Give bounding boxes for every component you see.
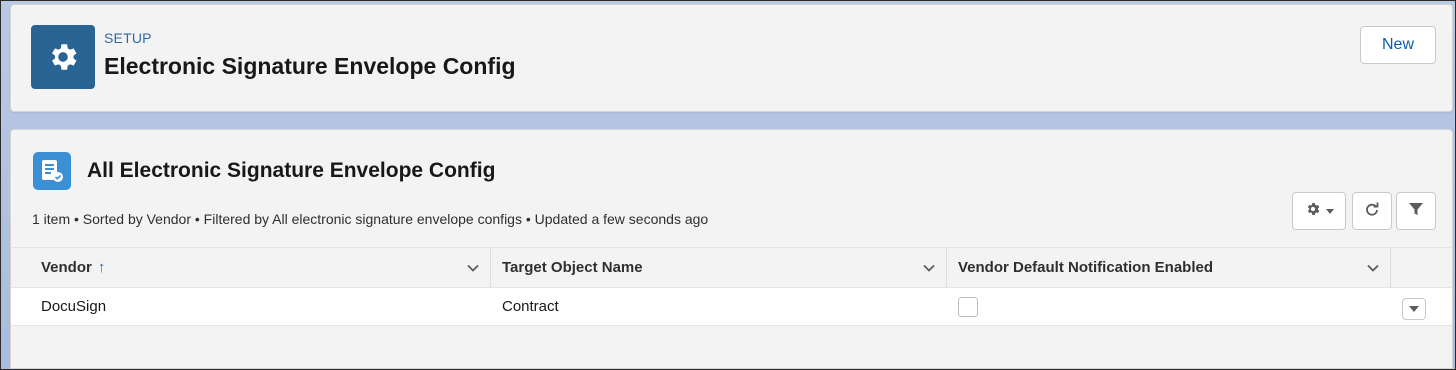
row-actions-button[interactable] — [1402, 298, 1426, 320]
filter-button[interactable] — [1396, 192, 1436, 230]
page-title: Electronic Signature Envelope Config — [104, 53, 516, 79]
list-view-meta: 1 item • Sorted by Vendor • Filtered by … — [32, 211, 709, 227]
page-header: SETUP Electronic Signature Envelope Conf… — [10, 4, 1453, 112]
column-header-actions — [1391, 248, 1452, 287]
breadcrumb-setup: SETUP — [104, 30, 152, 46]
list-view-title: All Electronic Signature Envelope Config — [87, 159, 496, 182]
column-header-target-object-name[interactable]: Target Object Name — [491, 248, 947, 287]
gear-icon — [1305, 201, 1321, 222]
chevron-down-icon[interactable] — [1366, 261, 1380, 279]
column-label: Target Object Name — [502, 259, 643, 276]
list-settings-button[interactable] — [1292, 192, 1346, 230]
filter-icon — [1408, 201, 1424, 222]
new-button[interactable]: New — [1360, 26, 1436, 64]
cell-target-object-name: Contract — [502, 298, 559, 315]
column-label: Vendor Default Notification Enabled — [958, 259, 1214, 276]
column-header-vendor[interactable]: Vendor ↑ — [11, 248, 491, 287]
sort-ascending-icon: ↑ — [97, 259, 106, 276]
chevron-down-icon — [1409, 300, 1419, 318]
list-view-card: All Electronic Signature Envelope Config… — [10, 129, 1453, 369]
table-header: Vendor ↑ Target Object Name Vendor Defau… — [11, 247, 1452, 288]
setup-gear-icon — [31, 25, 95, 89]
cell-vendor: DocuSign — [41, 298, 107, 315]
cell-notification-enabled — [947, 288, 1391, 325]
list-view-table: Vendor ↑ Target Object Name Vendor Defau… — [11, 247, 1452, 326]
table-row: DocuSign Contract — [11, 288, 1452, 326]
chevron-down-icon[interactable] — [466, 261, 480, 279]
chevron-down-icon — [1325, 202, 1334, 220]
list-view-icon — [33, 152, 71, 190]
notification-enabled-checkbox — [958, 296, 978, 317]
column-header-vendor-default-notification-enabled[interactable]: Vendor Default Notification Enabled — [947, 248, 1391, 287]
refresh-icon — [1364, 201, 1380, 222]
chevron-down-icon[interactable] — [922, 261, 936, 279]
app-background: SETUP Electronic Signature Envelope Conf… — [0, 0, 1456, 370]
refresh-button[interactable] — [1352, 192, 1392, 230]
column-label: Vendor — [41, 259, 92, 276]
